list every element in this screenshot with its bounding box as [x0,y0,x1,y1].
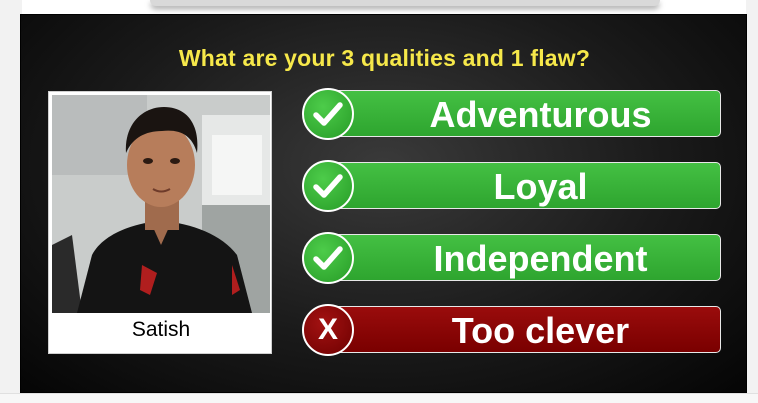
person-portrait-image [52,95,270,313]
trait-row-1: Adventurous [302,88,722,140]
x-symbol: X [317,313,338,346]
person-name: Satish [131,318,191,341]
trait-bar: Loyal [328,162,721,209]
trait-bar: Independent [328,234,721,281]
trait-row-3: Independent [302,232,722,284]
previous-card-edge [22,0,746,14]
x-icon: X [302,304,354,356]
flaw-label: Too clever [451,310,630,351]
trait-row-2: Loyal [302,160,722,212]
checkmark-icon [302,160,354,212]
question-title: What are your 3 qualities and 1 flaw? [178,45,591,71]
result-card: What are your 3 qualities and 1 flaw? Sa… [20,14,747,393]
flaw-bar: Too clever [328,306,721,353]
right-margin [747,14,758,393]
trait-label: Independent [433,238,648,279]
profile-photo-frame: Satish [48,91,272,354]
trait-label: Adventurous [429,94,652,135]
previous-card-shadow [150,0,660,6]
checkmark-icon [302,88,354,140]
checkmark-icon [302,232,354,284]
trait-row-4: Too clever X [302,304,722,356]
bottom-strip [0,393,758,403]
trait-label: Loyal [493,166,588,207]
profile-photo [52,95,270,313]
trait-bar: Adventurous [328,90,721,137]
